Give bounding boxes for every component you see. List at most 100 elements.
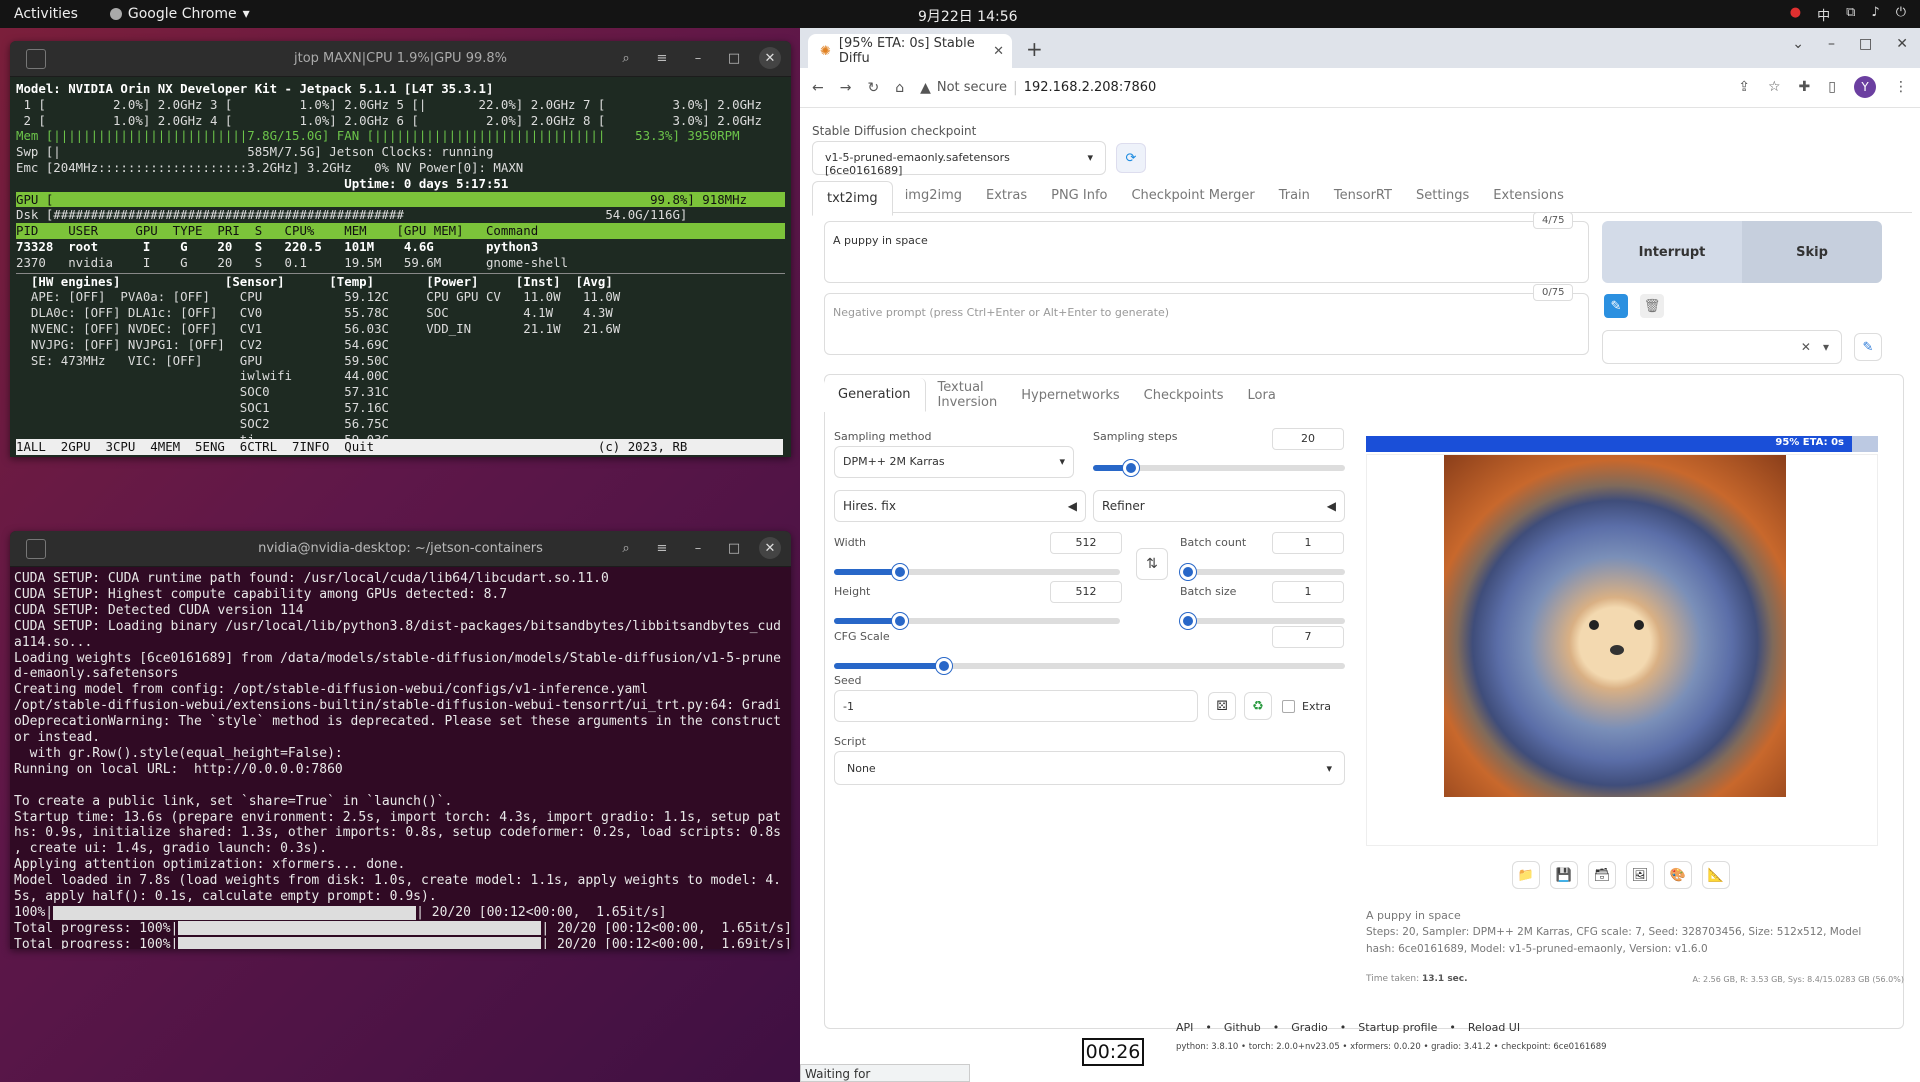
height-slider[interactable] (834, 613, 1120, 629)
tab-hypernetworks[interactable]: Hypernetworks (1009, 388, 1131, 403)
extensions-icon[interactable]: ✚ (1799, 79, 1811, 95)
tab-txt2img[interactable]: txt2img (812, 180, 893, 216)
power-icon[interactable]: ⏻ (1896, 5, 1906, 24)
hires-fix-accordion[interactable]: Hires. fix ◀ (834, 490, 1086, 522)
extra-checkbox[interactable] (1282, 700, 1295, 713)
prompt-textarea[interactable]: A puppy in space (824, 221, 1589, 283)
refresh-checkpoint-button[interactable]: ⟳ (1116, 143, 1146, 173)
generated-image[interactable] (1444, 455, 1786, 797)
jtop-terminal-window[interactable]: jtop MAXN|CPU 1.9%|GPU 99.8% ⌕ ≡ – □ ✕ M… (10, 41, 791, 457)
activities-button[interactable]: Activities (0, 6, 92, 22)
tab-checkpoints[interactable]: Checkpoints (1132, 388, 1236, 403)
new-tab-icon[interactable] (26, 539, 46, 559)
tab-generation[interactable]: Generation (824, 378, 926, 412)
jtop-footer[interactable]: 1ALL 2GPU 3CPU 4MEM 5ENG 6CTRL 7INFO Qui… (16, 439, 783, 455)
terminal-output[interactable]: CUDA SETUP: CUDA runtime path found: /us… (10, 567, 791, 949)
jtop-process-row[interactable]: 2370 nvidia I G 20 S 0.1 19.5M 59.6M gno… (16, 255, 785, 271)
record-icon[interactable]: ● (1790, 5, 1801, 24)
new-tab-icon[interactable] (26, 49, 46, 69)
tab-tensorrt[interactable]: TensorRT (1322, 188, 1404, 203)
width-slider[interactable] (834, 564, 1120, 580)
batch-size-slider[interactable] (1180, 613, 1345, 629)
batch-size-input[interactable]: 1 (1272, 581, 1344, 603)
random-seed-button[interactable]: ⚄ (1208, 692, 1236, 720)
forward-icon[interactable]: → (840, 80, 852, 96)
app-menu[interactable]: Google Chrome ▾ (109, 6, 250, 22)
system-tray[interactable]: ● 中 ⧉ ♪ ⏻ (1790, 5, 1906, 24)
edit-styles-button[interactable]: ✎ (1854, 333, 1882, 361)
seed-input[interactable]: -1 (834, 690, 1198, 722)
volume-icon[interactable]: ♪ (1871, 5, 1879, 24)
tab-extensions[interactable]: Extensions (1481, 188, 1576, 203)
jtop-titlebar[interactable]: jtop MAXN|CPU 1.9%|GPU 99.8% ⌕ ≡ – □ ✕ (10, 41, 791, 77)
tab-settings[interactable]: Settings (1404, 188, 1481, 203)
footer-link-gradio[interactable]: Gradio (1291, 1021, 1328, 1034)
swap-dimensions-button[interactable]: ⇅ (1136, 548, 1168, 580)
reload-icon[interactable]: ↻ (867, 80, 879, 96)
styles-dropdown[interactable]: ✕ ▾ (1602, 330, 1842, 364)
tab-search-icon[interactable]: ⌄ (1792, 36, 1804, 52)
interrupt-button[interactable]: Interrupt (1602, 221, 1742, 283)
slider-knob[interactable] (1180, 613, 1196, 629)
minimize-icon[interactable]: – (687, 47, 709, 69)
jtop-process-row[interactable]: 73328 root I G 20 S 220.5 101M 4.6G pyth… (16, 239, 785, 255)
kebab-menu-icon[interactable]: ⋮ (1894, 79, 1908, 95)
send-to-inpaint-icon[interactable]: 🎨 (1664, 861, 1692, 889)
tab-lora[interactable]: Lora (1236, 388, 1288, 403)
slider-knob[interactable] (936, 658, 952, 674)
footer-link-startup-profile[interactable]: Startup profile (1358, 1021, 1437, 1034)
browser-tab[interactable]: ✺ [95% ETA: 0s] Stable Diffu ✕ (808, 34, 1012, 68)
cfg-scale-slider[interactable] (834, 658, 1345, 674)
bookmark-star-icon[interactable]: ☆ (1768, 79, 1781, 95)
address-bar[interactable]: ▲ Not secure | 192.168.2.208:7860 (920, 80, 1156, 96)
maximize-icon[interactable]: □ (723, 537, 745, 559)
height-input[interactable]: 512 (1050, 581, 1122, 603)
maximize-icon[interactable]: □ (1859, 36, 1872, 52)
menu-icon[interactable]: ≡ (651, 537, 673, 559)
apply-styles-button[interactable]: ✎ (1604, 294, 1628, 318)
slider-knob[interactable] (892, 564, 908, 580)
clock[interactable]: 9月22日 14:56 (918, 6, 1018, 26)
tab-img2img[interactable]: img2img (893, 188, 974, 203)
back-icon[interactable]: ← (812, 80, 824, 96)
sampling-steps-slider[interactable] (1093, 460, 1345, 476)
slider-knob[interactable] (1180, 564, 1196, 580)
profile-avatar[interactable]: Y (1854, 76, 1876, 98)
tab-train[interactable]: Train (1267, 188, 1322, 203)
checkpoint-dropdown[interactable]: v1-5-pruned-emaonly.safetensors [6ce0161… (812, 141, 1106, 177)
input-method-indicator[interactable]: 中 (1817, 5, 1830, 24)
footer-link-github[interactable]: Github (1224, 1021, 1261, 1034)
tab-extras[interactable]: Extras (974, 188, 1039, 203)
tab-textual-inversion[interactable]: Textual Inversion (926, 380, 1010, 410)
batch-count-slider[interactable] (1180, 564, 1345, 580)
share-icon[interactable]: ⇪ (1738, 79, 1750, 95)
save-icon[interactable]: 💾 (1550, 861, 1578, 889)
close-icon[interactable]: ✕ (759, 537, 781, 559)
home-icon[interactable]: ⌂ (895, 80, 904, 96)
open-folder-icon[interactable]: 📁 (1512, 861, 1540, 889)
tab-checkpoint-merger[interactable]: Checkpoint Merger (1119, 188, 1266, 203)
close-icon[interactable]: ✕ (1896, 36, 1908, 52)
terminal-titlebar[interactable]: nvidia@nvidia-desktop: ~/jetson-containe… (10, 531, 791, 567)
minimize-icon[interactable]: – (687, 537, 709, 559)
minimize-icon[interactable]: – (1828, 36, 1835, 52)
send-to-img2img-icon[interactable]: 🖼 (1626, 861, 1654, 889)
side-panel-icon[interactable]: ▯ (1828, 79, 1836, 95)
sampling-steps-input[interactable]: 20 (1272, 428, 1344, 450)
refiner-accordion[interactable]: Refiner ◀ (1093, 490, 1345, 522)
slider-knob[interactable] (1123, 460, 1139, 476)
tab-png-info[interactable]: PNG Info (1039, 188, 1119, 203)
width-input[interactable]: 512 (1050, 532, 1122, 554)
output-gallery[interactable] (1366, 454, 1878, 846)
sampling-method-dropdown[interactable]: DPM++ 2M Karras ▾ (834, 446, 1074, 478)
maximize-icon[interactable]: □ (723, 47, 745, 69)
slider-knob[interactable] (892, 613, 908, 629)
skip-button[interactable]: Skip (1742, 221, 1882, 283)
cfg-scale-input[interactable]: 7 (1272, 626, 1344, 648)
negative-prompt-textarea[interactable]: Negative prompt (press Ctrl+Enter or Alt… (824, 293, 1589, 355)
new-tab-button[interactable]: + (1026, 37, 1043, 61)
network-icon[interactable]: ⧉ (1846, 5, 1855, 24)
search-icon[interactable]: ⌕ (615, 537, 637, 559)
send-to-extras-icon[interactable]: 📐 (1702, 861, 1730, 889)
tab-close-icon[interactable]: ✕ (993, 44, 1004, 59)
